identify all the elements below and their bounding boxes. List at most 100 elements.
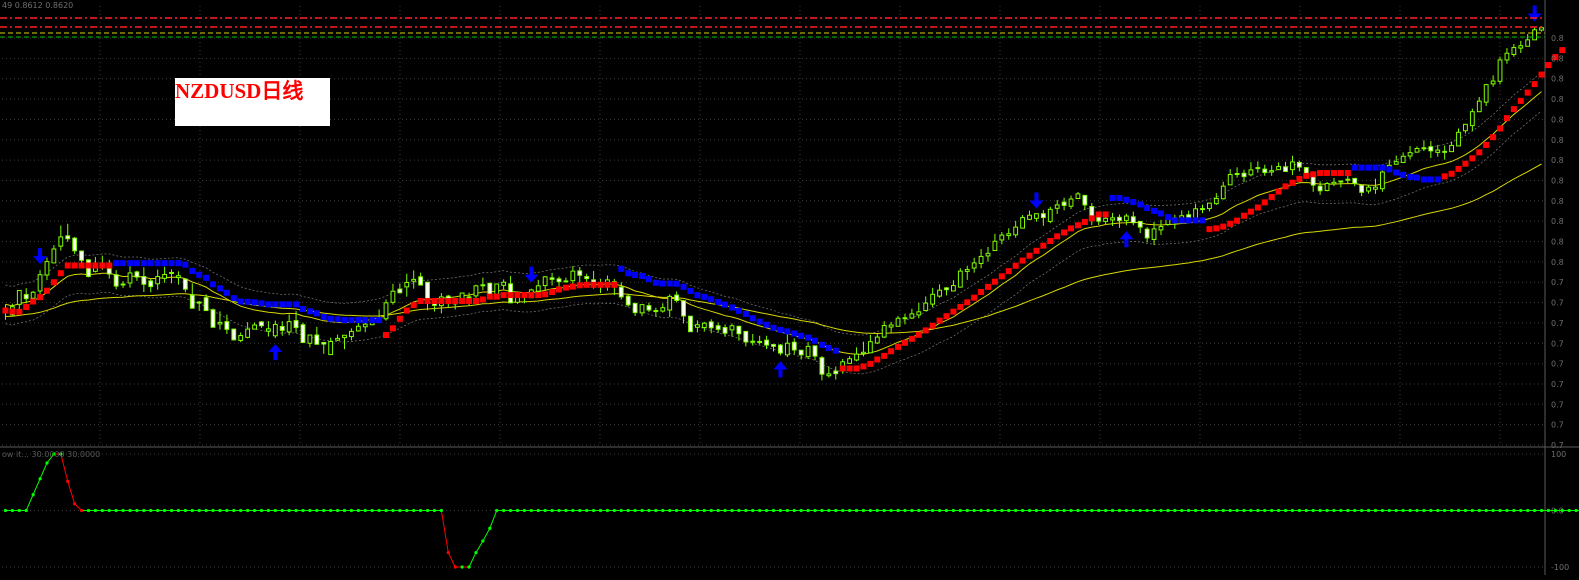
osc-point xyxy=(135,508,139,513)
candle xyxy=(86,259,91,278)
candle-body xyxy=(791,341,797,351)
candle-body xyxy=(1151,228,1157,240)
price-axis-tick: 0.7 xyxy=(1551,441,1564,450)
stop-dot xyxy=(1330,170,1337,176)
stop-dot xyxy=(1344,170,1351,176)
candle-body xyxy=(784,342,790,356)
stop-dot xyxy=(749,315,756,322)
candle-body xyxy=(127,272,133,284)
osc-point xyxy=(432,508,437,513)
stop-dot xyxy=(1448,170,1455,177)
stop-dot xyxy=(348,317,355,324)
stop-dot xyxy=(92,262,99,269)
osc-point xyxy=(841,508,845,513)
candle-body xyxy=(549,277,555,280)
osc-point xyxy=(598,508,603,513)
osc-point xyxy=(502,508,506,513)
osc-point xyxy=(287,508,291,513)
price-axis-tick: 0.8 xyxy=(1551,34,1564,43)
stop-dot xyxy=(43,287,50,294)
osc-point xyxy=(778,508,783,513)
stop-dot xyxy=(1234,217,1241,224)
candle-body xyxy=(1034,213,1039,219)
stop-dot xyxy=(466,298,473,305)
stop-dot xyxy=(313,310,320,317)
stop-dot xyxy=(680,283,687,290)
osc-point xyxy=(979,508,983,513)
candle-body xyxy=(1255,167,1261,170)
stop-dot xyxy=(881,352,888,359)
price-axis-tick: 0.8 xyxy=(1551,75,1564,84)
candle-body xyxy=(182,278,188,290)
candle-body xyxy=(1213,198,1219,205)
osc-point xyxy=(370,508,374,513)
candle-body xyxy=(390,290,396,303)
osc-point xyxy=(163,508,167,513)
stop-dot xyxy=(113,260,120,267)
osc-point xyxy=(1477,508,1481,513)
osc-axis-tick: -100 xyxy=(1551,563,1569,572)
candle-body xyxy=(224,321,230,330)
stop-dot xyxy=(978,289,985,295)
stop-dot xyxy=(1531,81,1538,88)
osc-point xyxy=(1235,508,1239,513)
candle-body xyxy=(418,276,424,286)
osc-point xyxy=(668,508,672,513)
osc-point xyxy=(1567,508,1571,513)
candle-body xyxy=(833,370,839,375)
osc-point xyxy=(190,508,194,513)
stop-dot xyxy=(355,317,362,324)
stop-dot xyxy=(1102,211,1109,218)
candle-body xyxy=(169,271,174,274)
stop-dot xyxy=(1393,169,1400,176)
candle-body xyxy=(826,373,832,377)
osc-point xyxy=(142,508,146,513)
osc-point xyxy=(1546,508,1551,513)
candle-body xyxy=(314,334,320,345)
osc-point xyxy=(100,508,104,513)
stop-dot xyxy=(756,318,763,325)
candle-body xyxy=(328,340,334,356)
price-axis-tick: 0.8 xyxy=(1551,54,1564,63)
stop-dot xyxy=(1510,106,1517,113)
osc-point xyxy=(1519,508,1523,513)
osc-point xyxy=(1138,508,1142,513)
candle-body xyxy=(930,293,936,305)
osc-point xyxy=(1221,508,1225,513)
osc-point xyxy=(377,508,381,513)
stop-dot xyxy=(452,298,459,305)
stop-dot xyxy=(763,321,770,328)
stop-dot xyxy=(251,299,258,306)
stop-dot xyxy=(521,292,528,299)
stop-dot xyxy=(590,281,597,288)
candle-body xyxy=(1193,208,1198,220)
osc-point xyxy=(1270,508,1274,513)
osc-point xyxy=(654,508,658,513)
stop-dot xyxy=(1324,170,1331,176)
candle-body xyxy=(764,339,769,346)
osc-point xyxy=(197,508,201,513)
candle-body xyxy=(1013,226,1019,236)
stop-dot xyxy=(528,292,535,299)
osc-point xyxy=(861,508,866,513)
candle-body xyxy=(632,302,638,314)
osc-point xyxy=(1470,508,1474,513)
candle-body xyxy=(1407,152,1413,157)
osc-point xyxy=(1048,508,1052,513)
stop-dot xyxy=(832,347,839,354)
osc-point xyxy=(38,477,42,481)
stop-dot xyxy=(645,276,652,283)
stop-dot xyxy=(1095,211,1102,218)
candle-body xyxy=(819,357,825,375)
stop-dot xyxy=(223,289,230,296)
osc-point xyxy=(792,508,796,513)
candle-body xyxy=(1020,217,1025,229)
stop-dot xyxy=(1033,247,1040,254)
osc-point xyxy=(239,508,243,513)
stop-dot xyxy=(569,283,576,290)
osc-point xyxy=(356,508,360,513)
candle-body xyxy=(694,324,700,328)
osc-point xyxy=(515,508,520,513)
candle-body xyxy=(964,269,970,272)
osc-point xyxy=(612,508,616,513)
